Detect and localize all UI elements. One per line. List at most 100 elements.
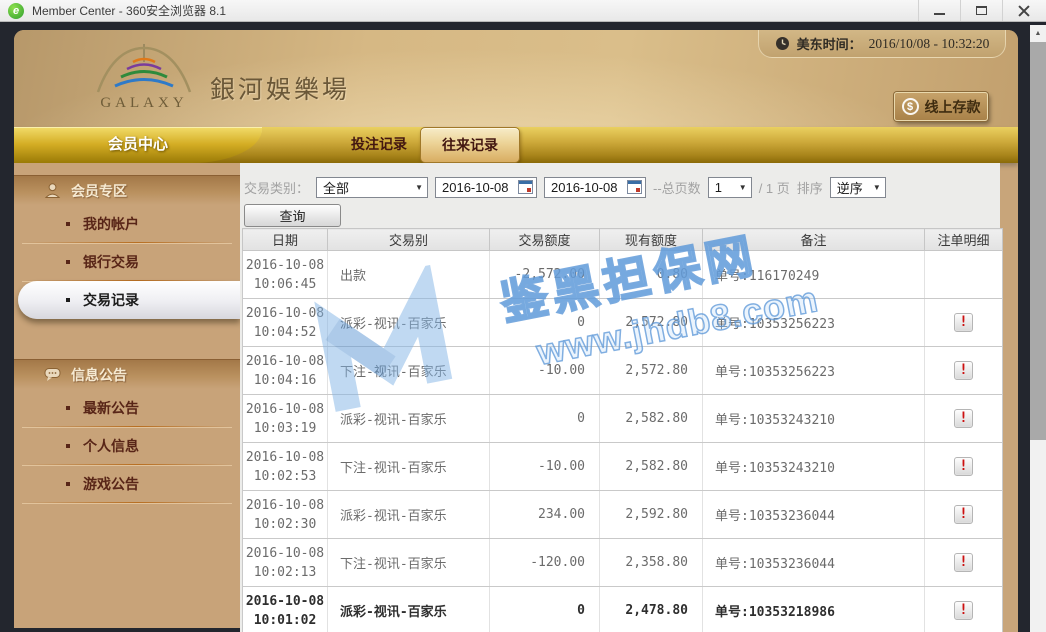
- table-row: 2016-10-0810:03:19 派彩-视讯-百家乐 0 2,582.80 …: [243, 395, 1003, 443]
- cell-amount: -10.00: [490, 443, 600, 491]
- scroll-up-icon[interactable]: ▲: [1030, 25, 1046, 41]
- page-scrollbar[interactable]: ▲: [1030, 25, 1046, 632]
- type-select[interactable]: 全部 ▼: [316, 177, 428, 198]
- pages-label: --总页数: [653, 178, 701, 197]
- calendar-icon[interactable]: [518, 180, 533, 194]
- chevron-down-icon: ▼: [415, 183, 423, 192]
- transactions-table: 日期 交易别 交易额度 现有额度 备注 注单明细 2016-10-0810:06…: [242, 228, 1003, 632]
- date-to-value: 2016-10-08: [551, 180, 618, 195]
- bet-detail-icon[interactable]: !: [954, 457, 973, 476]
- date-to-input[interactable]: 2016-10-08: [544, 177, 646, 198]
- cell-detail: [925, 251, 1003, 299]
- table-row: 2016-10-0810:02:13 下注-视讯-百家乐 -120.00 2,3…: [243, 539, 1003, 587]
- minimize-button[interactable]: [918, 0, 960, 21]
- bet-detail-icon[interactable]: !: [954, 553, 973, 572]
- sidebar-item-transaction-records[interactable]: 交易记录: [18, 281, 240, 319]
- sort-select-value: 逆序: [837, 178, 863, 197]
- col-detail: 注单明细: [925, 229, 1003, 251]
- cell-amount: 234.00: [490, 491, 600, 539]
- chevron-down-icon: ▼: [873, 183, 881, 192]
- type-select-value: 全部: [323, 178, 349, 197]
- browser-title: Member Center - 360安全浏览器 8.1: [32, 0, 226, 22]
- page-select[interactable]: 1 ▼: [708, 177, 752, 198]
- maximize-button[interactable]: [960, 0, 1002, 21]
- sidebar-item-label: 游戏公告: [83, 476, 139, 492]
- section-title: 会员专区: [71, 181, 127, 201]
- cell-time: 10:04:52: [243, 323, 327, 342]
- col-note: 备注: [703, 229, 925, 251]
- tab-betting-records[interactable]: 投注记录: [332, 127, 426, 161]
- table-row: 2016-10-0810:02:53 下注-视讯-百家乐 -10.00 2,58…: [243, 443, 1003, 491]
- time-label: 美东时间：: [797, 34, 862, 53]
- cell-type: 派彩-视讯-百家乐: [328, 491, 490, 539]
- galaxy-logo: GALAXY: [78, 42, 210, 112]
- cell-note: 单号:116170249: [703, 251, 925, 299]
- type-filter-label: 交易类别：: [244, 178, 309, 197]
- cell-balance: 2,582.80: [600, 395, 703, 443]
- cell-balance: 2,572.80: [600, 347, 703, 395]
- bullet-icon: [66, 406, 70, 410]
- cell-amount: 0: [490, 395, 600, 443]
- table-header-row: 日期 交易别 交易额度 现有额度 备注 注单明细: [243, 229, 1003, 251]
- minimize-icon: [934, 13, 945, 15]
- cell-balance: 2,572.80: [600, 299, 703, 347]
- cell-date: 2016-10-08: [243, 496, 327, 515]
- calendar-icon[interactable]: [627, 180, 642, 194]
- date-from-input[interactable]: 2016-10-08: [435, 177, 537, 198]
- cell-time: 10:06:45: [243, 275, 327, 294]
- table-row: 2016-10-0810:06:45 出款 -2,572.00 0.80 单号:…: [243, 251, 1003, 299]
- cell-note: 单号:10353243210: [703, 395, 925, 443]
- cell-balance: 2,582.80: [600, 443, 703, 491]
- page-panel: GALAXY 銀河娛樂場 美东时间： 2016/10/08 - 10:32:20…: [14, 30, 1018, 632]
- sidebar-item-game-announcements[interactable]: 游戏公告: [14, 465, 240, 503]
- clock-icon: [775, 36, 790, 51]
- table-row: 2016-10-0810:04:52 派彩-视讯-百家乐 0 2,572.80 …: [243, 299, 1003, 347]
- search-button[interactable]: 查询: [244, 204, 341, 227]
- sidebar-item-personal-messages[interactable]: 个人信息: [14, 427, 240, 465]
- sort-label: 排序: [797, 178, 823, 197]
- time-value: 2016/10/08 - 10:32:20: [869, 36, 990, 52]
- table-row: 2016-10-0810:04:16 下注-视讯-百家乐 -10.00 2,57…: [243, 347, 1003, 395]
- window-bottom-edge: [14, 628, 240, 632]
- bet-detail-icon[interactable]: !: [954, 313, 973, 332]
- cell-type: 派彩-视讯-百家乐: [328, 299, 490, 347]
- cell-note: 单号:10353236044: [703, 539, 925, 587]
- browser-360-icon: e: [8, 3, 24, 19]
- bet-detail-icon[interactable]: !: [954, 505, 973, 524]
- sort-select[interactable]: 逆序 ▼: [830, 177, 886, 198]
- cell-time: 10:03:19: [243, 419, 327, 438]
- close-button[interactable]: [1002, 0, 1044, 21]
- bet-detail-icon[interactable]: !: [954, 409, 973, 428]
- nav-bar: 会员中心 投注记录 往来记录: [14, 127, 1018, 163]
- cell-time: 10:01:02: [243, 611, 327, 630]
- cell-balance: 0.80: [600, 251, 703, 299]
- galaxy-fountain-icon: [84, 42, 204, 94]
- cell-time: 10:02:30: [243, 515, 327, 534]
- tab-transaction-records[interactable]: 往来记录: [420, 127, 520, 163]
- sidebar-item-bank-transactions[interactable]: 银行交易: [14, 243, 240, 281]
- site-name: 銀河娛樂場: [210, 70, 350, 106]
- sidebar-item-latest-announcements[interactable]: 最新公告: [14, 389, 240, 427]
- cell-date: 2016-10-08: [243, 352, 327, 371]
- cell-amount: -10.00: [490, 347, 600, 395]
- scrollbar-thumb[interactable]: [1030, 42, 1046, 440]
- online-deposit-button[interactable]: $ 线上存款: [894, 92, 988, 121]
- user-icon: [44, 182, 61, 199]
- browser-title-bar: e Member Center - 360安全浏览器 8.1: [0, 0, 1046, 22]
- cell-balance: 2,358.80: [600, 539, 703, 587]
- col-balance: 现有额度: [600, 229, 703, 251]
- cell-date: 2016-10-08: [243, 592, 327, 611]
- close-icon: [1018, 5, 1030, 17]
- date-from-value: 2016-10-08: [442, 180, 509, 195]
- col-type: 交易别: [328, 229, 490, 251]
- member-center-button[interactable]: 会员中心: [14, 127, 262, 163]
- bet-detail-icon[interactable]: !: [954, 601, 973, 620]
- section-title: 信息公告: [71, 365, 127, 385]
- cell-type: 出款: [328, 251, 490, 299]
- cell-note: 单号:10353256223: [703, 347, 925, 395]
- cell-type: 派彩-视讯-百家乐: [328, 395, 490, 443]
- table-row: 2016-10-0810:01:02 派彩-视讯-百家乐 0 2,478.80 …: [243, 587, 1003, 632]
- bet-detail-icon[interactable]: !: [954, 361, 973, 380]
- cell-amount: -120.00: [490, 539, 600, 587]
- sidebar-item-my-account[interactable]: 我的帐户: [14, 205, 240, 243]
